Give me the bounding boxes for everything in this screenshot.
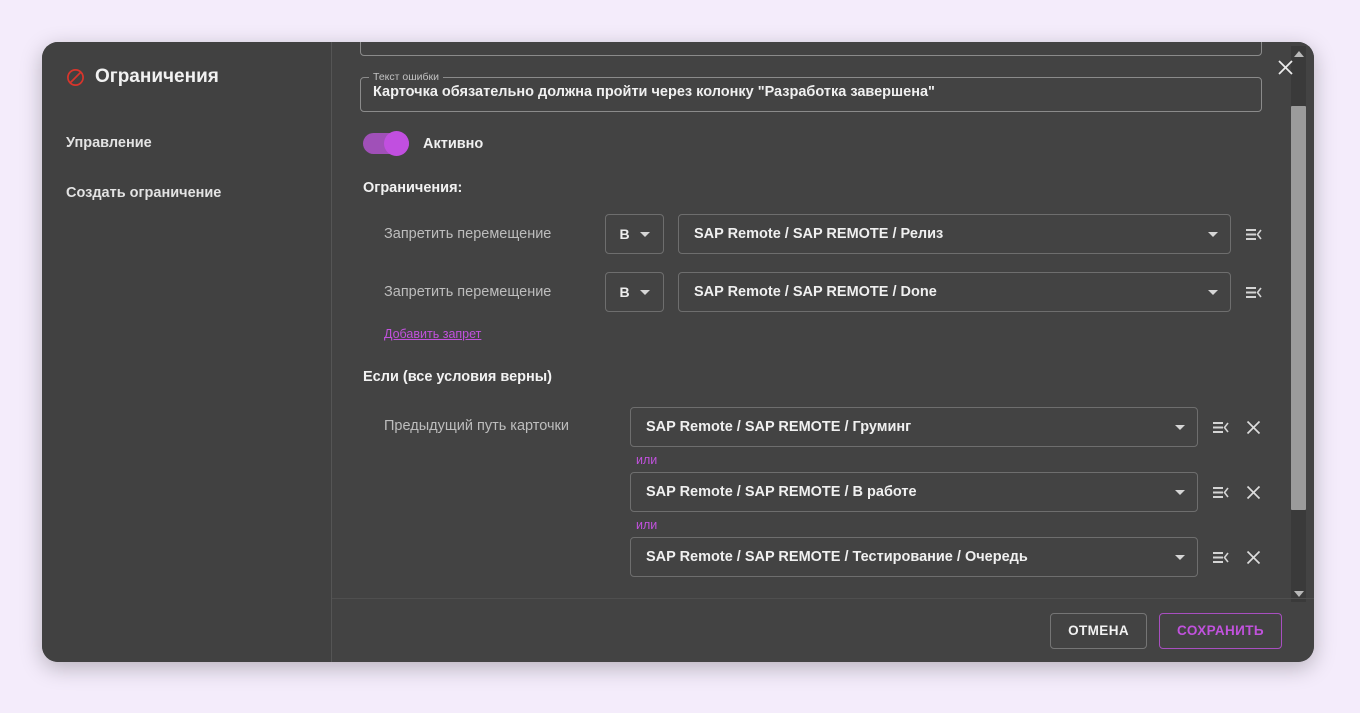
chevron-down-icon bbox=[1208, 232, 1218, 237]
form-scroll-area: Текст ошибки Карточка обязательно должна… bbox=[332, 42, 1314, 598]
remove-condition-icon[interactable] bbox=[1245, 549, 1262, 566]
vertical-scrollbar[interactable] bbox=[1291, 46, 1306, 602]
scrollbar-thumb[interactable] bbox=[1291, 106, 1306, 510]
condition-value: SAP Remote / SAP REMOTE / Груминг bbox=[646, 419, 1175, 435]
add-restriction-link[interactable]: Добавить запрет bbox=[384, 327, 481, 341]
restriction-target-select[interactable]: SAP Remote / SAP REMOTE / Done bbox=[678, 272, 1231, 312]
restriction-direction-value: В bbox=[619, 284, 629, 300]
condition-item: SAP Remote / SAP REMOTE / Тестирование /… bbox=[630, 537, 1262, 577]
ban-icon bbox=[66, 68, 85, 87]
condition-item-actions bbox=[1212, 419, 1262, 436]
error-text-value: Карточка обязательно должна пройти через… bbox=[373, 72, 1250, 112]
active-toggle-row: Активно bbox=[363, 133, 1262, 154]
chevron-down-icon bbox=[1175, 555, 1185, 560]
condition-group: Предыдущий путь карточки SAP Remote / SA… bbox=[360, 407, 1262, 577]
restriction-row: Запретить перемещение В SAP Remote / SAP… bbox=[360, 214, 1262, 254]
remove-condition-icon[interactable] bbox=[1245, 484, 1262, 501]
condition-value-select[interactable]: SAP Remote / SAP REMOTE / В работе bbox=[630, 472, 1198, 512]
sidebar: Ограничения Управление Создать ограничен… bbox=[42, 42, 332, 662]
modal-footer: ОТМЕНА СОХРАНИТЬ bbox=[332, 598, 1314, 662]
previous-field-partial bbox=[360, 42, 1262, 56]
active-toggle[interactable] bbox=[363, 133, 409, 154]
error-text-field[interactable]: Текст ошибки Карточка обязательно должна… bbox=[360, 72, 1262, 112]
remove-condition-icon[interactable] bbox=[1245, 419, 1262, 436]
sidebar-item-management[interactable]: Управление bbox=[42, 130, 331, 156]
condition-list: SAP Remote / SAP REMOTE / Груминг bbox=[630, 407, 1262, 577]
triangle-down-icon bbox=[1294, 591, 1304, 597]
condition-value: SAP Remote / SAP REMOTE / В работе bbox=[646, 484, 1175, 500]
condition-or-label: или bbox=[630, 512, 1262, 537]
condition-group-label: Предыдущий путь карточки bbox=[360, 407, 630, 577]
content-panel: Текст ошибки Карточка обязательно должна… bbox=[332, 42, 1314, 662]
sidebar-item-label: Создать ограничение bbox=[66, 185, 221, 201]
list-select-icon[interactable] bbox=[1245, 226, 1262, 243]
restriction-row: Запретить перемещение В SAP Remote / SAP… bbox=[360, 272, 1262, 312]
page-title: Ограничения bbox=[95, 66, 219, 88]
chevron-down-icon bbox=[1175, 425, 1185, 430]
cancel-button[interactable]: ОТМЕНА bbox=[1050, 613, 1147, 649]
condition-item: SAP Remote / SAP REMOTE / В работе bbox=[630, 472, 1262, 512]
toggle-knob bbox=[384, 131, 409, 156]
sidebar-item-create-restriction[interactable]: Создать ограничение bbox=[42, 180, 331, 206]
chevron-down-icon bbox=[640, 232, 650, 237]
restriction-direction-select[interactable]: В bbox=[605, 214, 664, 254]
sidebar-item-label: Управление bbox=[66, 135, 152, 151]
restriction-row-actions bbox=[1245, 226, 1262, 243]
condition-or-label: или bbox=[630, 447, 1262, 472]
restriction-label: Запретить перемещение bbox=[360, 226, 605, 242]
restriction-row-actions bbox=[1245, 284, 1262, 301]
chevron-down-icon bbox=[1175, 490, 1185, 495]
conditions-heading: Если (все условия верны) bbox=[363, 369, 1262, 385]
restriction-target-value: SAP Remote / SAP REMOTE / Релиз bbox=[694, 226, 1208, 242]
restriction-target-select[interactable]: SAP Remote / SAP REMOTE / Релиз bbox=[678, 214, 1231, 254]
list-select-icon[interactable] bbox=[1245, 284, 1262, 301]
condition-item-actions bbox=[1212, 484, 1262, 501]
close-icon bbox=[1277, 59, 1294, 76]
close-button[interactable] bbox=[1270, 52, 1300, 82]
restriction-label: Запретить перемещение bbox=[360, 284, 605, 300]
condition-item: SAP Remote / SAP REMOTE / Груминг bbox=[630, 407, 1262, 447]
chevron-down-icon bbox=[640, 290, 650, 295]
condition-item-actions bbox=[1212, 549, 1262, 566]
modal-title-bar: Ограничения bbox=[42, 60, 331, 94]
restrictions-heading: Ограничения: bbox=[363, 180, 1262, 196]
scrollbar-track[interactable] bbox=[1291, 62, 1306, 586]
condition-value-select[interactable]: SAP Remote / SAP REMOTE / Груминг bbox=[630, 407, 1198, 447]
restriction-direction-select[interactable]: В bbox=[605, 272, 664, 312]
list-select-icon[interactable] bbox=[1212, 484, 1229, 501]
list-select-icon[interactable] bbox=[1212, 549, 1229, 566]
chevron-down-icon bbox=[1208, 290, 1218, 295]
condition-value: SAP Remote / SAP REMOTE / Тестирование /… bbox=[646, 549, 1175, 565]
list-select-icon[interactable] bbox=[1212, 419, 1229, 436]
restriction-target-value: SAP Remote / SAP REMOTE / Done bbox=[694, 284, 1208, 300]
condition-value-select[interactable]: SAP Remote / SAP REMOTE / Тестирование /… bbox=[630, 537, 1198, 577]
restriction-direction-value: В bbox=[619, 226, 629, 242]
save-button[interactable]: СОХРАНИТЬ bbox=[1159, 613, 1282, 649]
restrictions-modal: Ограничения Управление Создать ограничен… bbox=[42, 42, 1314, 662]
active-toggle-label: Активно bbox=[423, 136, 483, 152]
